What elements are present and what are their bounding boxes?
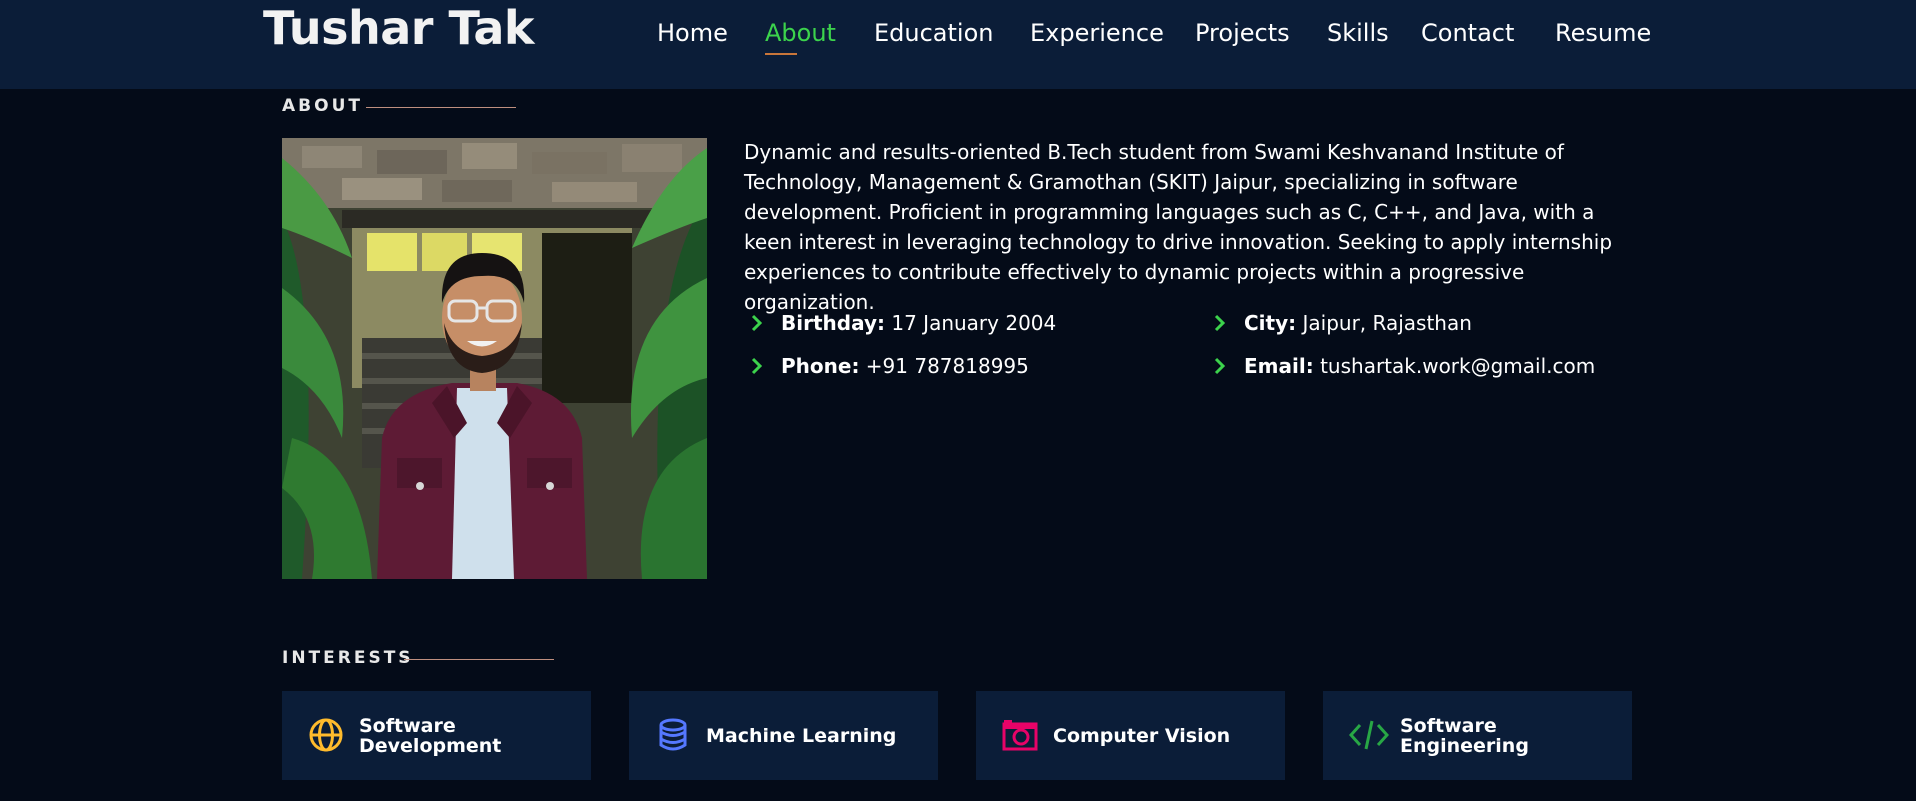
fact-label: Email: [1244, 354, 1314, 378]
chevron-right-icon [1214, 314, 1226, 332]
fact-value: 17 January 2004 [891, 311, 1057, 335]
site-logo[interactable]: Tushar Tak [263, 0, 535, 56]
globe-icon [309, 718, 343, 752]
interest-label: Machine Learning [706, 724, 897, 747]
interest-card-software-engineering[interactable]: Software Engineering [1323, 691, 1632, 780]
nav-experience[interactable]: Experience [1030, 14, 1164, 52]
about-section-title: ABOUT [282, 96, 363, 116]
code-icon [1349, 720, 1389, 750]
nav-education[interactable]: Education [874, 14, 993, 52]
camera-icon [1002, 720, 1038, 751]
nav-about[interactable]: About [765, 14, 836, 52]
interest-card-machine-learning[interactable]: Machine Learning [629, 691, 938, 780]
active-nav-underline [765, 53, 797, 55]
database-icon [659, 718, 687, 751]
interests-title-divider [404, 659, 554, 660]
nav-home[interactable]: Home [657, 14, 728, 52]
nav-resume[interactable]: Resume [1555, 14, 1651, 52]
interest-card-software-development[interactable]: Software Development [282, 691, 591, 780]
interests-section-title: INTERESTS [282, 648, 414, 668]
nav-contact[interactable]: Contact [1421, 14, 1514, 52]
chevron-right-icon [751, 357, 763, 375]
interest-card-computer-vision[interactable]: Computer Vision [976, 691, 1285, 780]
site-header: Tushar Tak Home About Education Experien… [0, 0, 1916, 89]
about-paragraph: Dynamic and results-oriented B.Tech stud… [744, 140, 1613, 314]
fact-value: +91 787818995 [865, 354, 1029, 378]
fact-label: Phone: [781, 354, 860, 378]
fact-value[interactable]: tushartak.work@gmail.com [1320, 354, 1595, 378]
fact-value: Jaipur, Rajasthan [1302, 311, 1472, 335]
nav-skills[interactable]: Skills [1327, 14, 1389, 52]
interest-label: Computer Vision [1053, 724, 1231, 747]
fact-label: Birthday: [781, 311, 885, 335]
chevron-right-icon [1214, 357, 1226, 375]
interest-label: Software Development [359, 714, 502, 757]
chevron-right-icon [751, 314, 763, 332]
interest-label: Software Engineering [1400, 714, 1529, 757]
nav-projects[interactable]: Projects [1195, 14, 1290, 52]
about-title-divider [366, 107, 516, 108]
fact-label: City: [1244, 311, 1297, 335]
profile-photo [282, 138, 707, 579]
